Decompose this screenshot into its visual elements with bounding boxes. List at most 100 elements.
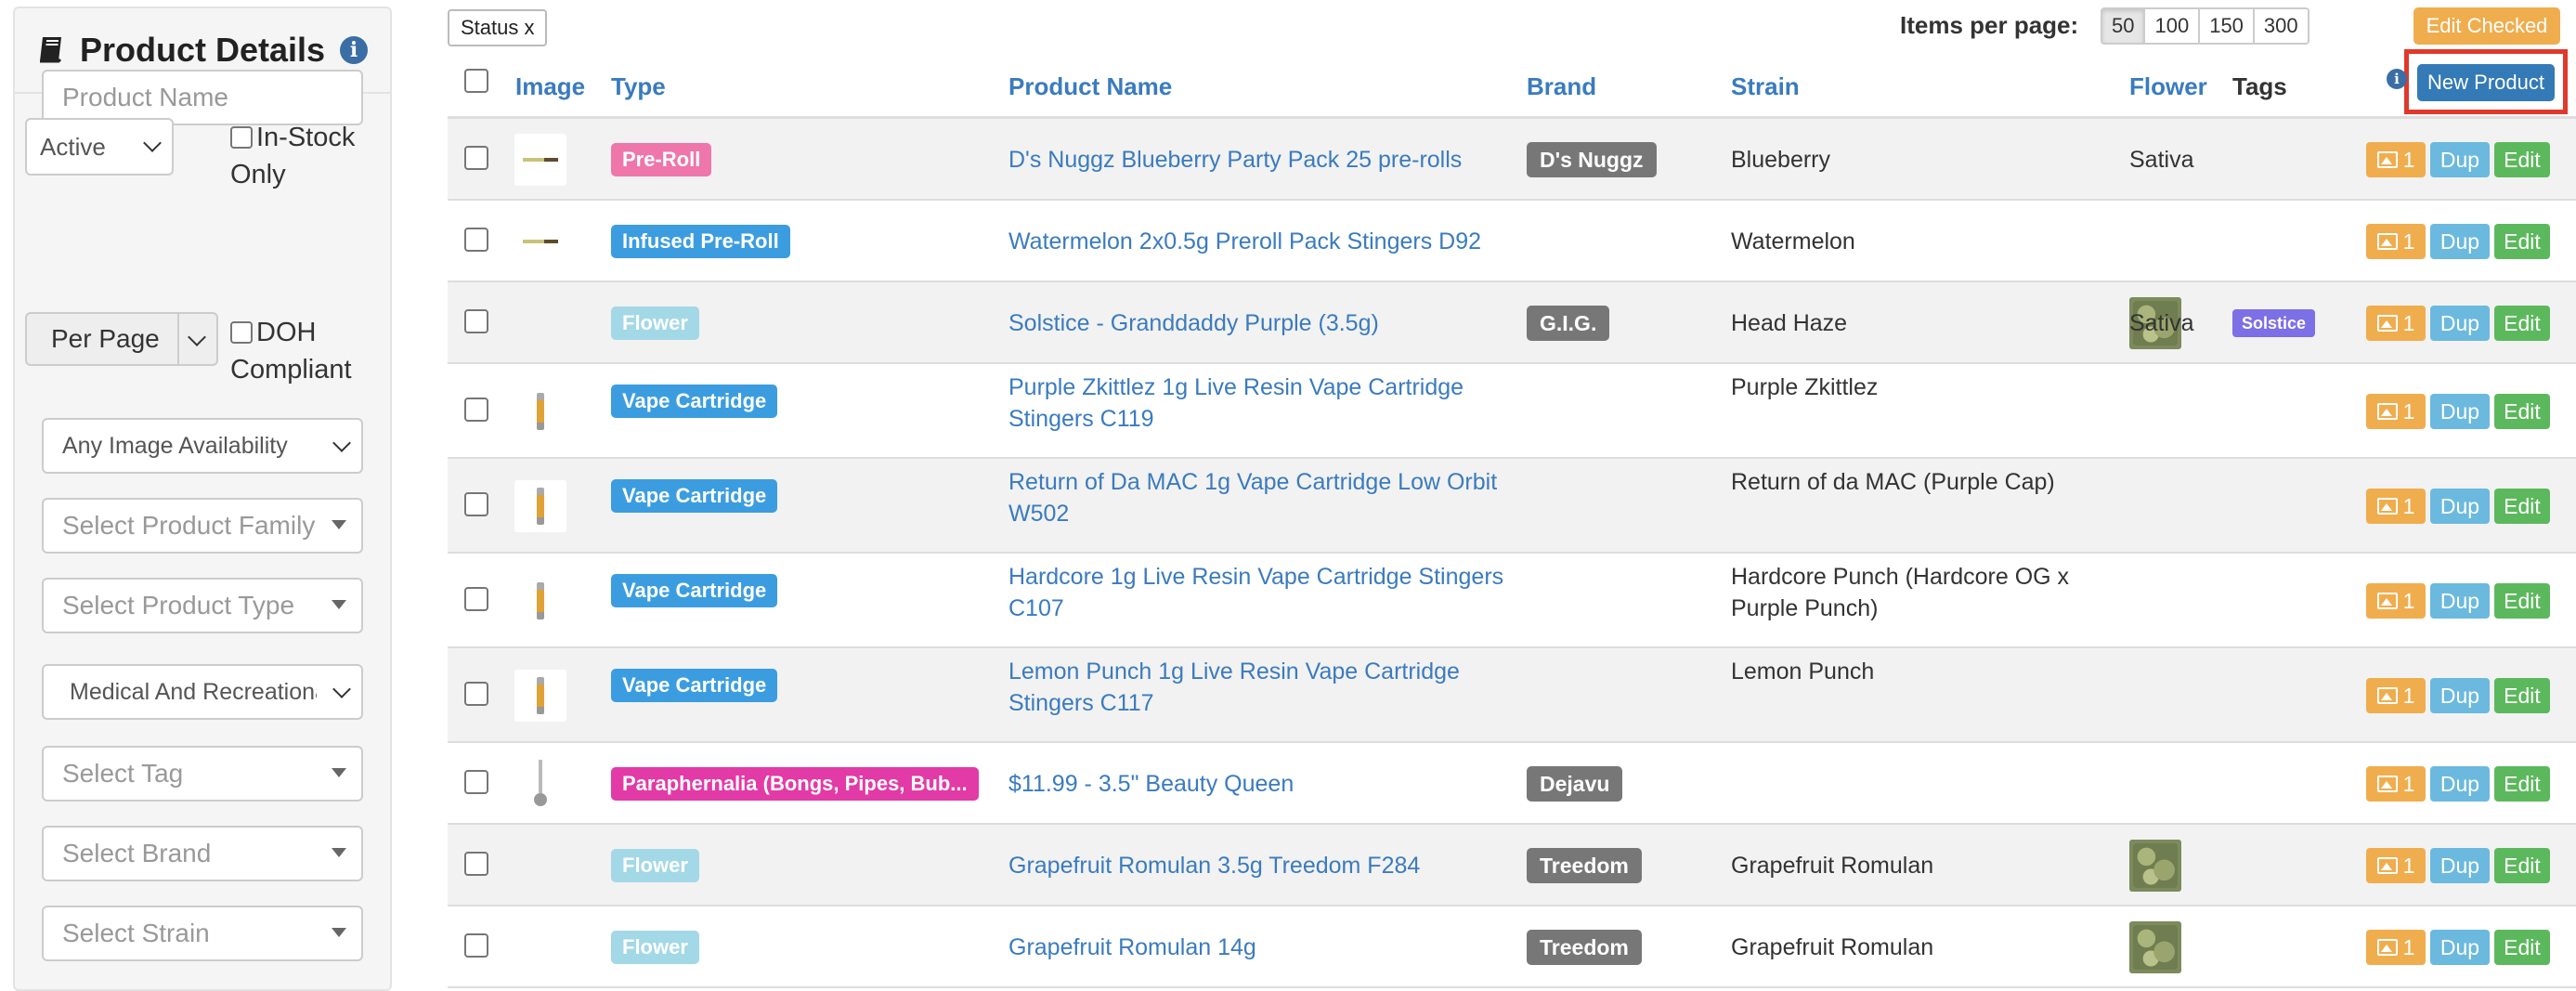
edit-checked-button[interactable]: Edit Checked bbox=[2413, 7, 2560, 45]
dup-button[interactable]: Dup bbox=[2430, 848, 2490, 883]
type-badge: Pre-Roll bbox=[611, 143, 712, 176]
product-name-link[interactable]: Solstice - Granddaddy Purple (3.5g) bbox=[1008, 307, 1510, 339]
per-page-select[interactable]: Per Page bbox=[25, 312, 218, 366]
images-button[interactable]: 1 bbox=[2366, 224, 2426, 259]
in-stock-checkbox-label[interactable]: In-Stock Only bbox=[230, 119, 388, 193]
brand-placeholder: Select Brand bbox=[62, 839, 212, 867]
col-product-name[interactable]: Product Name bbox=[1008, 72, 1172, 101]
images-button[interactable]: 1 bbox=[2366, 930, 2426, 965]
product-thumbnail[interactable] bbox=[514, 670, 566, 722]
edit-button[interactable]: Edit bbox=[2494, 224, 2550, 259]
edit-button[interactable]: Edit bbox=[2494, 142, 2550, 177]
row-checkbox[interactable] bbox=[464, 852, 492, 878]
product-name-link[interactable]: Hardcore 1g Live Resin Vape Cartridge St… bbox=[1008, 561, 1510, 624]
row-checkbox[interactable] bbox=[464, 587, 492, 613]
images-button[interactable]: 1 bbox=[2366, 678, 2426, 713]
info-icon[interactable]: i bbox=[340, 36, 369, 64]
caret-down-icon bbox=[332, 848, 346, 857]
images-button[interactable]: 1 bbox=[2366, 142, 2426, 177]
strain-select[interactable]: Select Strain bbox=[42, 906, 363, 961]
caret-down-icon bbox=[332, 520, 346, 529]
product-name-link[interactable]: Watermelon 2x0.5g Preroll Pack Stingers … bbox=[1008, 226, 1510, 257]
dup-button[interactable]: Dup bbox=[2430, 224, 2490, 259]
chevron-down-icon bbox=[332, 680, 351, 698]
dup-button[interactable]: Dup bbox=[2430, 489, 2490, 524]
medical-recreational-select[interactable]: Medical And Recreational bbox=[42, 664, 363, 720]
product-thumbnail[interactable] bbox=[514, 758, 566, 810]
edit-button[interactable]: Edit bbox=[2494, 848, 2550, 883]
row-actions: 1 Dup Edit bbox=[2366, 766, 2550, 802]
col-flower[interactable]: Flower bbox=[2129, 72, 2207, 101]
product-thumbnail[interactable] bbox=[2129, 840, 2181, 892]
type-badge: Vape Cartridge bbox=[611, 479, 778, 513]
product-family-select[interactable]: Select Product Family bbox=[42, 498, 363, 554]
col-brand[interactable]: Brand bbox=[1527, 72, 1596, 101]
dup-button[interactable]: Dup bbox=[2430, 766, 2490, 802]
images-button[interactable]: 1 bbox=[2366, 848, 2426, 883]
product-name-input[interactable]: Product Name bbox=[42, 70, 363, 125]
in-stock-checkbox[interactable] bbox=[230, 126, 253, 149]
product-thumbnail[interactable] bbox=[514, 134, 566, 186]
page-size-300[interactable]: 300 bbox=[2252, 7, 2309, 45]
info-icon[interactable]: i bbox=[2387, 69, 2407, 89]
col-strain[interactable]: Strain bbox=[1731, 72, 1800, 101]
dup-button[interactable]: Dup bbox=[2430, 583, 2490, 619]
doh-checkbox[interactable] bbox=[230, 321, 253, 344]
product-thumbnail[interactable] bbox=[514, 215, 566, 267]
edit-button[interactable]: Edit bbox=[2494, 306, 2550, 341]
page-size-50[interactable]: 50 bbox=[2101, 7, 2146, 45]
select-all-checkbox[interactable] bbox=[464, 69, 492, 95]
row-actions: 1 Dup Edit bbox=[2366, 930, 2550, 965]
row-actions: 1 Dup Edit bbox=[2366, 489, 2550, 524]
product-name-link[interactable]: $11.99 - 3.5" Beauty Queen bbox=[1008, 768, 1510, 800]
product-name-link[interactable]: Grapefruit Romulan 3.5g Treedom F284 bbox=[1008, 850, 1510, 881]
row-actions: 1 Dup Edit bbox=[2366, 678, 2550, 713]
dup-button[interactable]: Dup bbox=[2430, 306, 2490, 341]
page-size-100[interactable]: 100 bbox=[2143, 7, 2201, 45]
dup-button[interactable]: Dup bbox=[2430, 142, 2490, 177]
col-type[interactable]: Type bbox=[611, 72, 666, 101]
image-availability-select[interactable]: Any Image Availability bbox=[42, 418, 363, 474]
product-thumbnail[interactable] bbox=[514, 575, 566, 627]
dup-button[interactable]: Dup bbox=[2430, 394, 2490, 429]
row-checkbox[interactable] bbox=[464, 146, 492, 172]
images-button[interactable]: 1 bbox=[2366, 394, 2426, 429]
product-name-link[interactable]: Purple Zkittlez 1g Live Resin Vape Cartr… bbox=[1008, 372, 1510, 435]
page-size-150[interactable]: 150 bbox=[2198, 7, 2255, 45]
row-checkbox[interactable] bbox=[464, 398, 492, 424]
dup-button[interactable]: Dup bbox=[2430, 678, 2490, 713]
status-select[interactable]: Active bbox=[25, 118, 174, 176]
dup-button[interactable]: Dup bbox=[2430, 930, 2490, 965]
product-thumbnail[interactable] bbox=[514, 385, 566, 437]
col-image[interactable]: Image bbox=[515, 72, 585, 101]
product-thumbnail[interactable] bbox=[514, 480, 566, 532]
images-button[interactable]: 1 bbox=[2366, 306, 2426, 341]
row-checkbox[interactable] bbox=[464, 228, 492, 254]
edit-button[interactable]: Edit bbox=[2494, 930, 2550, 965]
images-button[interactable]: 1 bbox=[2366, 766, 2426, 802]
product-name-link[interactable]: Grapefruit Romulan 14g bbox=[1008, 932, 1510, 963]
doh-checkbox-label[interactable]: DOH Compliant bbox=[230, 314, 388, 388]
edit-button[interactable]: Edit bbox=[2494, 766, 2550, 802]
row-checkbox[interactable] bbox=[464, 309, 492, 335]
edit-button[interactable]: Edit bbox=[2494, 583, 2550, 619]
edit-button[interactable]: Edit bbox=[2494, 678, 2550, 713]
edit-button[interactable]: Edit bbox=[2494, 394, 2550, 429]
edit-button[interactable]: Edit bbox=[2494, 489, 2550, 524]
product-type-select[interactable]: Select Product Type bbox=[42, 578, 363, 633]
images-button[interactable]: 1 bbox=[2366, 489, 2426, 524]
row-checkbox[interactable] bbox=[464, 933, 492, 959]
product-name-link[interactable]: Return of Da MAC 1g Vape Cartridge Low O… bbox=[1008, 466, 1510, 529]
product-thumbnail[interactable] bbox=[2129, 921, 2181, 973]
status-filter-chip[interactable]: Status x bbox=[448, 9, 548, 46]
brand-select[interactable]: Select Brand bbox=[42, 826, 363, 881]
row-checkbox[interactable] bbox=[464, 770, 492, 796]
tag-select[interactable]: Select Tag bbox=[42, 746, 363, 802]
images-count: 1 bbox=[2402, 853, 2415, 878]
product-name-link[interactable]: D's Nuggz Blueberry Party Pack 25 pre-ro… bbox=[1008, 144, 1510, 176]
row-checkbox[interactable] bbox=[464, 682, 492, 708]
images-button[interactable]: 1 bbox=[2366, 583, 2426, 619]
product-name-link[interactable]: Lemon Punch 1g Live Resin Vape Cartridge… bbox=[1008, 656, 1510, 719]
row-checkbox[interactable] bbox=[464, 492, 492, 518]
image-icon bbox=[2376, 687, 2398, 704]
